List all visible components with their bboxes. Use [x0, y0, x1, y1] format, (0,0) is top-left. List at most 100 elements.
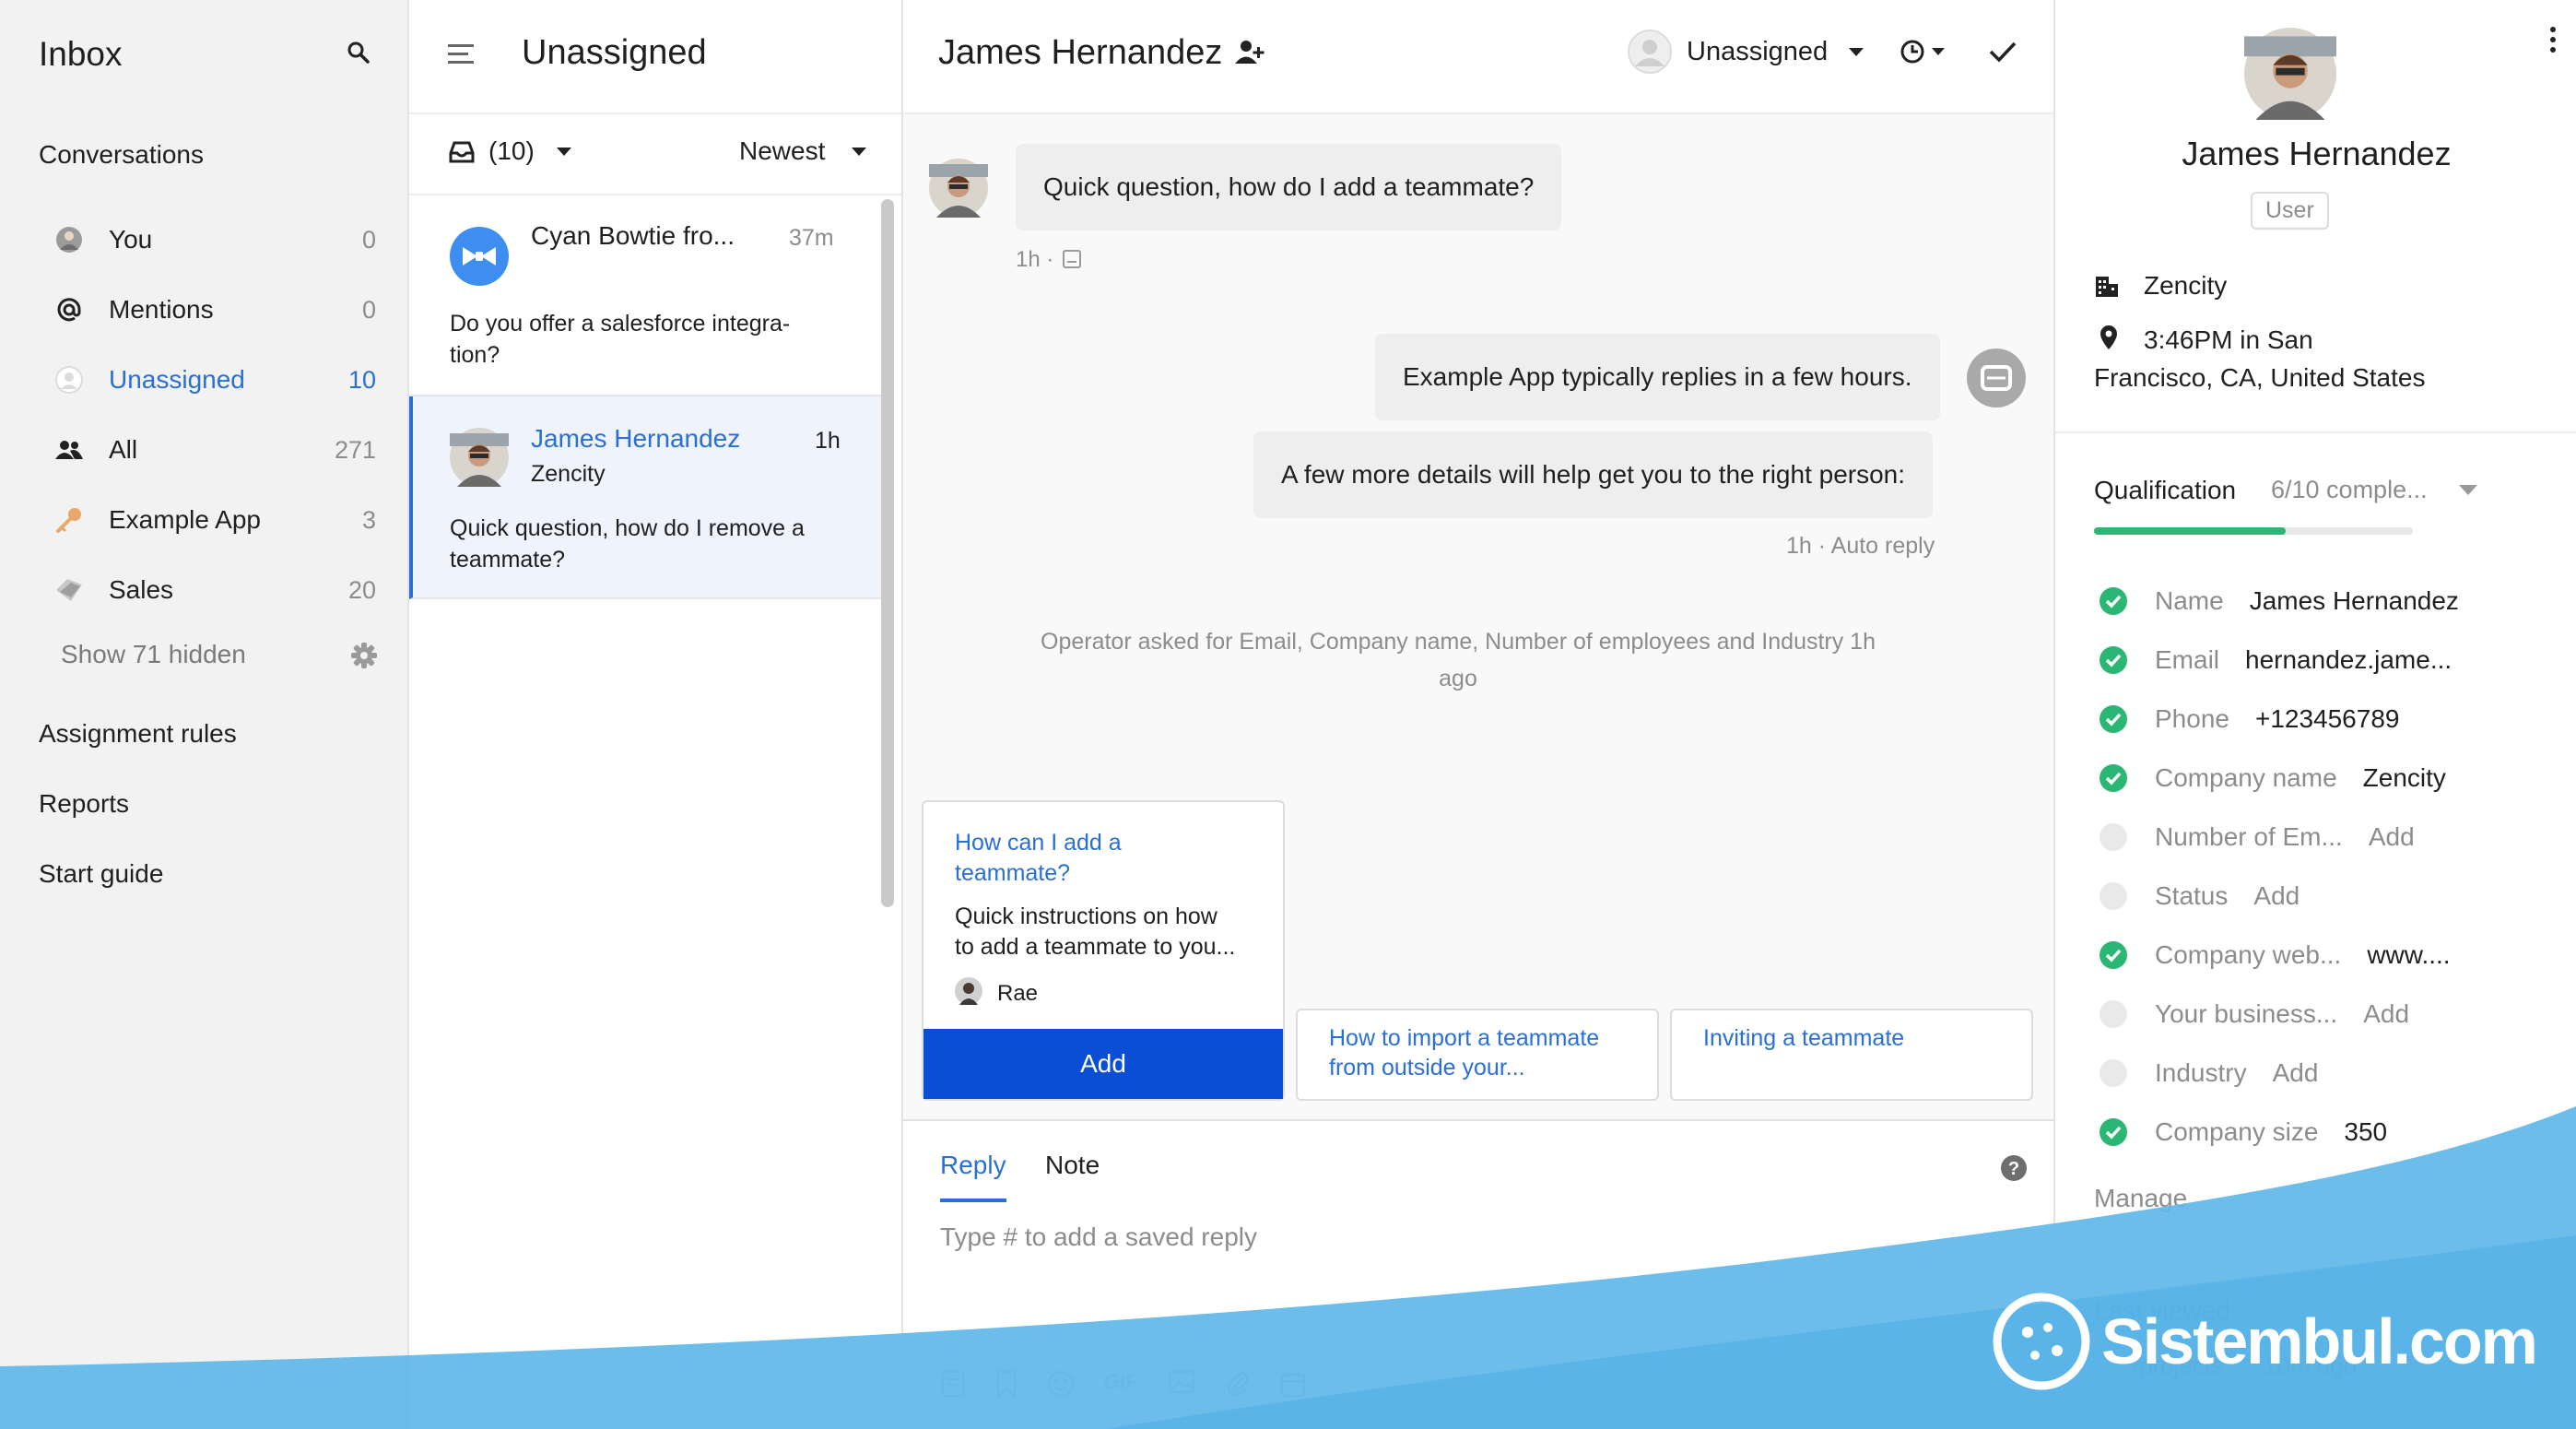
search-icon[interactable]: [347, 41, 371, 65]
sidebar-item-unassigned[interactable]: Unassigned 10: [53, 352, 376, 407]
saved-reply-bookmark-icon[interactable]: [995, 1370, 1017, 1398]
qualification-field-row[interactable]: Your business... Add: [2100, 996, 2409, 1033]
people-icon: [53, 434, 85, 466]
message-text: Example App typically replies in a few h…: [1403, 362, 1912, 391]
attachment-icon[interactable]: [1225, 1370, 1251, 1398]
close-conversation-check-icon[interactable]: [1989, 41, 2017, 63]
list-scrollbar[interactable]: [881, 199, 894, 907]
reply-input[interactable]: Type # to add a saved reply: [940, 1222, 1257, 1252]
chevron-down-icon[interactable]: [1849, 48, 1864, 57]
image-icon[interactable]: [1168, 1370, 1195, 1398]
suggestion-import-teammate[interactable]: How to import a teammate from outside yo…: [1296, 1009, 1659, 1101]
help-icon[interactable]: ?: [2000, 1154, 2028, 1182]
qualification-field-row[interactable]: Phone +123456789: [2100, 701, 2399, 738]
article-title[interactable]: How can I add a teammate?: [955, 828, 1122, 889]
list-header: Unassigned: [409, 0, 901, 114]
divider: [2055, 431, 2576, 433]
assignee-dropdown[interactable]: Unassigned: [1687, 37, 1828, 67]
sidebar-item-count: 20: [347, 575, 376, 604]
sidebar-item-count: 10: [347, 365, 376, 394]
qualification-field-row[interactable]: Status Add: [2100, 878, 2300, 915]
article-icon[interactable]: [940, 1370, 966, 1398]
suggestion-inviting-teammate[interactable]: Inviting a teammate: [1670, 1009, 2033, 1101]
gear-icon[interactable]: [350, 642, 378, 669]
chevron-down-icon[interactable]: [852, 148, 866, 157]
sidebar-item-mentions[interactable]: Mentions 0: [53, 282, 376, 337]
bot-message: A few more details will help get you to …: [1253, 431, 1934, 518]
assignee-avatar: [1628, 30, 1672, 74]
article-description: Quick instructions on how to add a teamm…: [955, 903, 1236, 960]
bowtie-avatar-icon: [450, 227, 509, 286]
field-add-link[interactable]: Add: [2273, 1058, 2319, 1088]
profile-avatar: [2244, 28, 2336, 120]
conversation-count-dropdown[interactable]: (10): [488, 136, 535, 166]
field-value: +123456789: [2254, 704, 2400, 733]
qualification-field-row[interactable]: Name James Hernandez: [2100, 583, 2459, 620]
qualification-field-row[interactable]: Industry Add: [2100, 1055, 2318, 1092]
qualification-field-row[interactable]: Company size 350: [2100, 1114, 2387, 1151]
bot-message: Example App typically replies in a few h…: [1375, 334, 1940, 420]
tab-reply[interactable]: Reply: [940, 1151, 1006, 1180]
at-icon: [53, 294, 85, 325]
watermark-logo: Sistembul.com: [1991, 1291, 2538, 1392]
qualification-field-row[interactable]: Company name Zencity: [2100, 760, 2446, 797]
sidebar-item-label: You: [109, 225, 153, 254]
avatar-icon: [53, 224, 85, 255]
user-message: Quick question, how do I add a teammate?: [1016, 144, 1562, 230]
assignment-rules-link[interactable]: Assignment rules: [39, 719, 237, 749]
list-subheader: (10) Newest: [409, 114, 901, 195]
check-circle-icon: [2100, 705, 2127, 733]
chevron-down-icon[interactable]: [557, 148, 571, 157]
sidebar-item-all[interactable]: All 271: [53, 422, 376, 478]
start-guide-link[interactable]: Start guide: [39, 859, 163, 889]
conversation-panel: James Hernandez Unassigned Quick questio…: [903, 0, 2053, 1429]
reports-link[interactable]: Reports: [39, 789, 129, 819]
field-label: Phone: [2155, 704, 2229, 733]
conversation-list: Unassigned (10) Newest Cyan Bowtie fro..…: [409, 0, 903, 1429]
article-author: Rae: [997, 981, 1039, 1006]
manage-link[interactable]: Manage: [2094, 1184, 2187, 1213]
watermark-circle-icon: [1991, 1291, 2092, 1392]
qualification-field-row[interactable]: Email hernandez.jame...: [2100, 642, 2452, 679]
qualification-field-row[interactable]: Number of Em... Add: [2100, 819, 2415, 856]
chevron-down-icon[interactable]: [2459, 485, 2477, 496]
conversation-time: 1h: [815, 428, 841, 454]
qualification-label[interactable]: Qualification: [2094, 476, 2236, 505]
field-add-link[interactable]: Add: [2253, 881, 2300, 911]
add-person-icon[interactable]: [1235, 39, 1266, 65]
user-avatar: [929, 159, 988, 218]
field-value: Zencity: [2362, 763, 2446, 792]
sidebar-item-you[interactable]: You 0: [53, 212, 376, 267]
conversation-name: James Hernandez: [531, 424, 741, 453]
qualification-field-row[interactable]: Company web... www....: [2100, 937, 2451, 974]
calendar-icon[interactable]: [1280, 1370, 1306, 1398]
inbox-tray-icon: [448, 140, 476, 164]
more-options-icon[interactable]: [2549, 26, 2557, 53]
sort-dropdown[interactable]: Newest: [739, 136, 825, 166]
emoji-icon[interactable]: [1047, 1370, 1075, 1398]
article-suggestion-card[interactable]: How can I add a teammate? Quick instruct…: [922, 800, 1285, 1101]
add-article-button[interactable]: Add: [923, 1029, 1283, 1099]
hamburger-menu-icon[interactable]: [448, 42, 474, 66]
tab-reply-underline: [940, 1199, 1006, 1202]
conversation-item-selected[interactable]: James Hernandez 1h Zencity Quick questio…: [409, 396, 881, 599]
user-avatar: [450, 428, 509, 487]
conversation-item[interactable]: Cyan Bowtie fro... 37m Do you offer a sa…: [409, 195, 881, 396]
sidebar-item-count: 0: [361, 225, 376, 254]
field-add-link[interactable]: Add: [2363, 999, 2409, 1029]
sidebar-item-example-app[interactable]: Example App 3: [53, 492, 376, 548]
person-outline-icon: [53, 364, 85, 396]
field-value: James Hernandez: [2249, 586, 2459, 615]
field-add-link[interactable]: Add: [2369, 822, 2415, 852]
empty-circle-icon: [2100, 1000, 2127, 1028]
qualification-status: 6/10 comple...: [2271, 476, 2428, 503]
tab-note[interactable]: Note: [1045, 1151, 1100, 1180]
conversation-name: Cyan Bowtie fro...: [531, 221, 735, 250]
sidebar-item-label: All: [109, 435, 138, 464]
show-hidden-link[interactable]: Show 71 hidden: [61, 640, 246, 669]
snooze-clock-icon[interactable]: [1900, 39, 1947, 65]
svg-text:?: ?: [2008, 1159, 2019, 1179]
tag-icon: [53, 574, 85, 606]
gif-button[interactable]: GIF: [1104, 1370, 1138, 1398]
sidebar-item-sales[interactable]: Sales 20: [53, 562, 376, 618]
